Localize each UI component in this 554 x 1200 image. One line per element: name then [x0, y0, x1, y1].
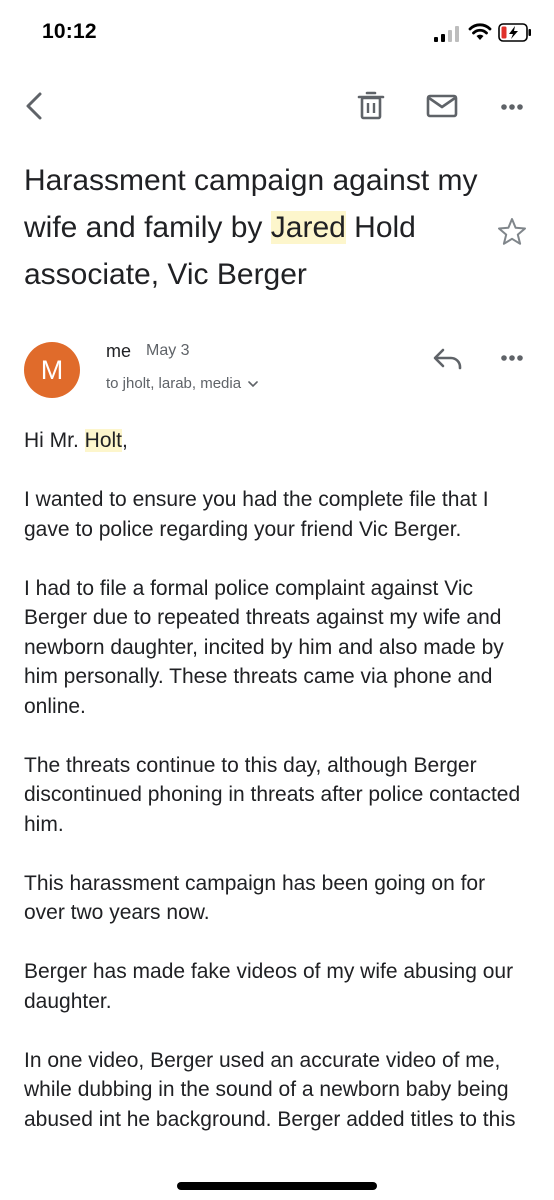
paragraph: Berger has made fake videos of my wife a… [24, 960, 514, 1013]
paragraph: In one video, Berger used an accurate vi… [24, 1048, 516, 1131]
paragraph: This harassment campaign has been going … [24, 871, 486, 925]
subject-highlight: Jared [270, 211, 346, 244]
signal-icon [434, 26, 460, 42]
trash-icon [357, 91, 385, 120]
paragraph: I wanted to ensure you had the complete … [24, 488, 489, 541]
sender-name: me [106, 341, 132, 361]
more-horizontal-icon [501, 355, 523, 361]
email-subject: Harassment campaign against my wife and … [24, 157, 479, 298]
delete-button[interactable] [349, 84, 393, 128]
reply-button[interactable] [426, 336, 470, 380]
greeting-punct: , [122, 429, 128, 452]
more-options-button[interactable] [490, 84, 534, 128]
message-body: Hi Mr. Holt, I wanted to ensure you had … [24, 426, 529, 1164]
status-time: 10:12 [42, 20, 97, 43]
paragraph: The threats continue to this day, althou… [24, 753, 521, 836]
message-date: May 3 [146, 342, 190, 359]
greeting-highlight: Holt [84, 429, 123, 452]
greeting-text: Hi Mr. [24, 429, 85, 452]
back-arrow-icon [26, 92, 42, 120]
mark-unread-button[interactable] [420, 84, 464, 128]
star-button[interactable] [494, 214, 530, 250]
star-outline-icon [498, 218, 526, 245]
back-button[interactable] [12, 84, 56, 128]
more-horizontal-icon [501, 104, 523, 110]
envelope-icon [426, 94, 458, 118]
message-more-button[interactable] [490, 336, 534, 380]
paragraph: I had to file a formal police complaint … [24, 576, 504, 718]
recipients-toggle[interactable]: to jholt, larab, media [106, 375, 259, 392]
recipients-text: to jholt, larab, media [106, 375, 242, 392]
wifi-icon [468, 22, 492, 42]
avatar[interactable]: M [24, 342, 80, 398]
home-indicator[interactable] [177, 1182, 377, 1190]
reply-icon [433, 348, 462, 370]
battery-charging-icon [498, 23, 532, 42]
chevron-down-icon [248, 381, 258, 388]
greeting: Hi Mr. Holt, [24, 426, 529, 456]
